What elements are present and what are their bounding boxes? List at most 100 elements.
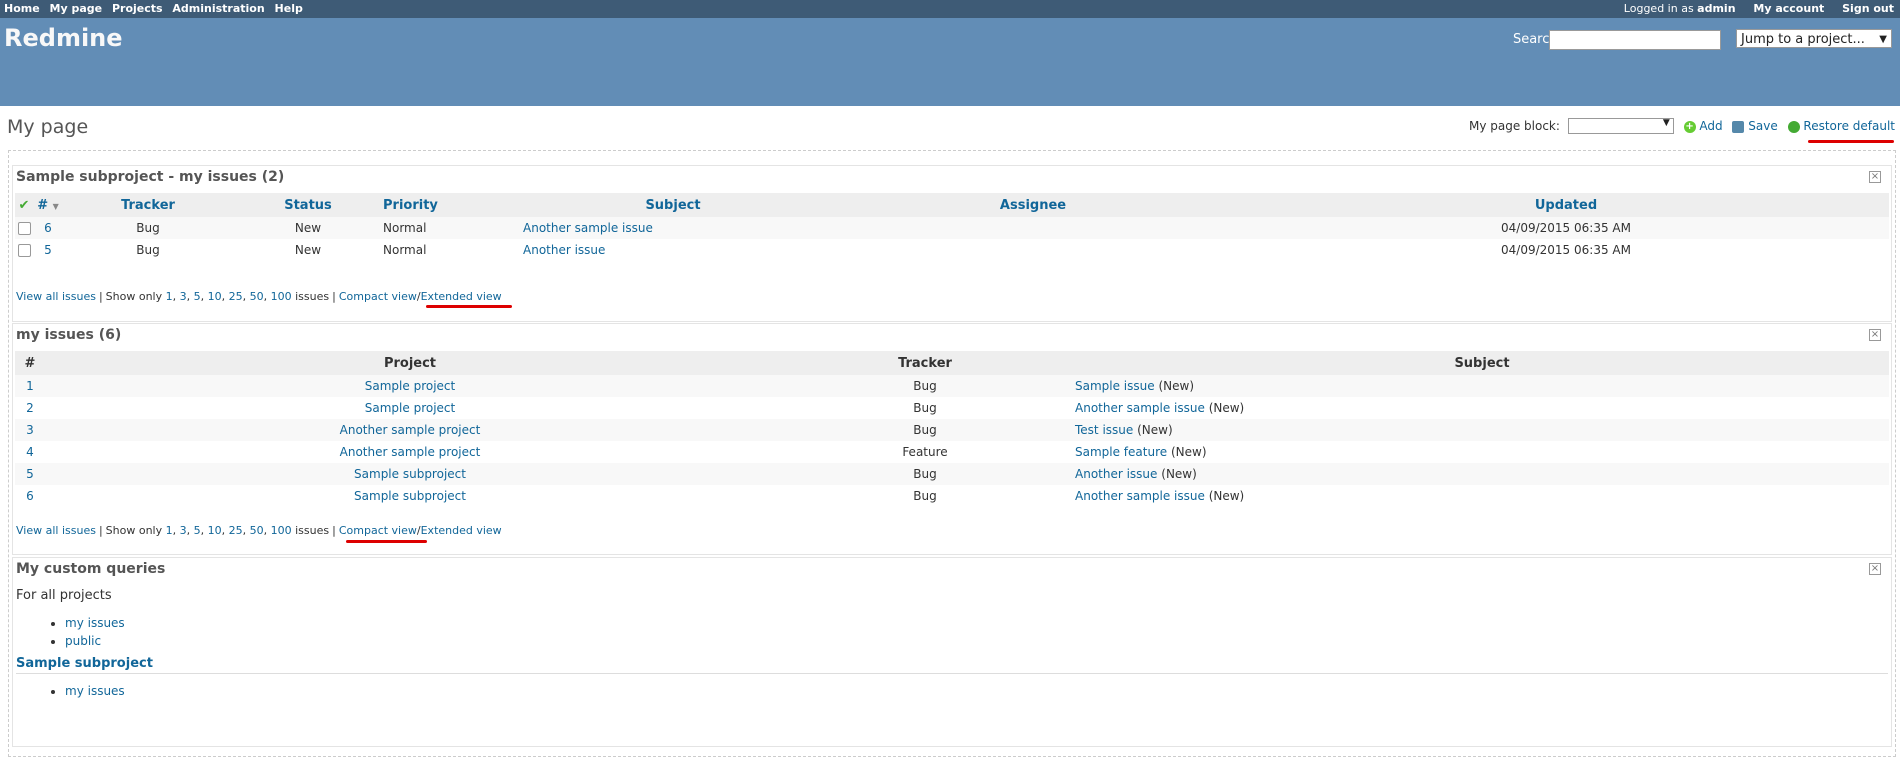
my-account-link[interactable]: My account [1753,2,1824,15]
query-link[interactable]: my issues [65,684,125,698]
logged-user[interactable]: admin [1697,2,1735,15]
search-input[interactable] [1549,30,1721,50]
table-row: 5 Sample subproject Bug Another issue (N… [15,463,1889,485]
block-select[interactable]: ▼ [1567,118,1674,134]
project-link[interactable]: Another sample project [340,423,481,437]
cell-status: New [233,217,383,239]
sign-out-link[interactable]: Sign out [1842,2,1894,15]
issue-id-link[interactable]: 3 [26,423,34,437]
issue-subject-link[interactable]: Sample issue [1075,379,1155,393]
query-link[interactable]: public [65,634,101,648]
count-link-3[interactable]: 3 [180,290,187,303]
view-all-issues-link[interactable]: View all issues [16,524,96,537]
count-link-25[interactable]: 25 [229,290,243,303]
jump-to-project-select[interactable]: Jump to a project... ▼ [1736,29,1892,48]
view-all-issues-link[interactable]: View all issues [16,290,96,303]
query-link[interactable]: my issues [65,616,125,630]
project-link[interactable]: Another sample project [340,445,481,459]
extended-view-link[interactable]: Extended view [421,290,502,303]
table-row: 6 Bug New Normal Another sample issue 04… [15,217,1889,239]
row-checkbox[interactable] [17,244,31,257]
cell-tracker: Bug [775,375,1075,397]
count-link-50[interactable]: 50 [250,524,264,537]
cell-updated: 04/09/2015 06:35 AM [1243,217,1889,239]
column-header-status[interactable]: Status [233,193,383,217]
count-link-50[interactable]: 50 [250,290,264,303]
issue-subject-link[interactable]: Another issue [523,243,605,257]
cell-tracker: Bug [775,463,1075,485]
count-link-5[interactable]: 5 [194,524,201,537]
add-label[interactable]: Add [1699,119,1722,133]
column-header-tracker[interactable]: Tracker [63,193,233,217]
count-link-100[interactable]: 100 [271,290,292,303]
issue-status: (New) [1137,423,1173,437]
issue-subject-link[interactable]: Another sample issue [523,221,653,235]
issue-id-link[interactable]: 4 [26,445,34,459]
row-checkbox[interactable] [17,222,31,235]
header: Redmine Search: Jump to a project... ▼ [0,18,1900,106]
compact-view-link[interactable]: Compact view [339,524,417,537]
menu-my-page[interactable]: My page [50,2,103,15]
column-header-updated[interactable]: Updated [1243,193,1889,217]
cell-subject: Another issue (New) [1075,463,1889,485]
issue-subject-link[interactable]: Another sample issue [1075,489,1205,503]
menu-home[interactable]: Home [4,2,40,15]
count-link-1[interactable]: 1 [166,524,173,537]
cell-updated: 04/09/2015 06:35 AM [1501,243,1631,257]
restore-label[interactable]: Restore default [1803,119,1895,133]
close-icon[interactable]: × [1869,329,1881,341]
column-header-tracker: Tracker [775,351,1075,375]
issue-subject-link[interactable]: Another sample issue [1075,401,1205,415]
project-link[interactable]: Sample subproject [354,467,466,481]
toggle-all-checkbox[interactable]: ✔ [15,193,33,217]
cell-subject: Another sample issue (New) [1075,485,1889,507]
count-link-10[interactable]: 10 [208,290,222,303]
column-header-id[interactable]: # ▼ [33,193,63,217]
menu-projects[interactable]: Projects [112,2,163,15]
add-block-button[interactable]: + Add [1683,119,1723,133]
cell-id: 2 [15,397,45,419]
project-link[interactable]: Sample project [365,379,455,393]
count-link-25[interactable]: 25 [229,524,243,537]
cell-priority: Normal [383,217,523,239]
issue-subject-link[interactable]: Another issue [1075,467,1157,481]
table-header-row: ✔ # ▼ Tracker Status Priority Subject As… [15,193,1889,217]
row-checkbox-cell [15,239,33,261]
count-link-10[interactable]: 10 [208,524,222,537]
issue-subject-link[interactable]: Test issue [1075,423,1133,437]
all-projects-query-list: my issues public [45,614,125,650]
extended-view-link[interactable]: Extended view [421,524,502,537]
issue-id-link[interactable]: 5 [44,243,52,257]
project-link[interactable]: Sample project [365,401,455,415]
close-icon[interactable]: × [1869,171,1881,183]
column-header-assignee[interactable]: Assignee [823,193,1243,217]
save-label[interactable]: Save [1748,119,1777,133]
count-link-5[interactable]: 5 [194,290,201,303]
column-header-priority[interactable]: Priority [383,193,523,217]
issue-id-link[interactable]: 5 [26,467,34,481]
issue-id-link[interactable]: 6 [44,221,52,235]
compact-view-link[interactable]: Compact view [339,290,417,303]
issue-id-link[interactable]: 1 [26,379,34,393]
issue-id-link[interactable]: 6 [26,489,34,503]
close-icon[interactable]: × [1869,563,1881,575]
cell-tracker: Feature [902,445,948,459]
count-link-1[interactable]: 1 [166,290,173,303]
chevron-down-icon: ▼ [1662,118,1670,128]
table-row: 2 Sample project Bug Another sample issu… [15,397,1889,419]
menu-help[interactable]: Help [275,2,303,15]
column-header-subject[interactable]: Subject [523,193,823,217]
restore-default-button[interactable]: Restore default [1787,119,1895,133]
count-link-100[interactable]: 100 [271,524,292,537]
project-heading[interactable]: Sample subproject [16,656,153,671]
cell-tracker: Bug [63,217,233,239]
save-layout-button[interactable]: Save [1732,119,1778,133]
project-link[interactable]: Sample subproject [354,489,466,503]
issue-id-link[interactable]: 2 [26,401,34,415]
issues-table: ✔ # ▼ Tracker Status Priority Subject As… [15,193,1889,261]
cell-tracker: Bug [136,243,160,257]
menu-administration[interactable]: Administration [172,2,264,15]
all-projects-heading: For all projects [16,588,112,603]
count-link-3[interactable]: 3 [180,524,187,537]
issue-subject-link[interactable]: Sample feature [1075,445,1167,459]
